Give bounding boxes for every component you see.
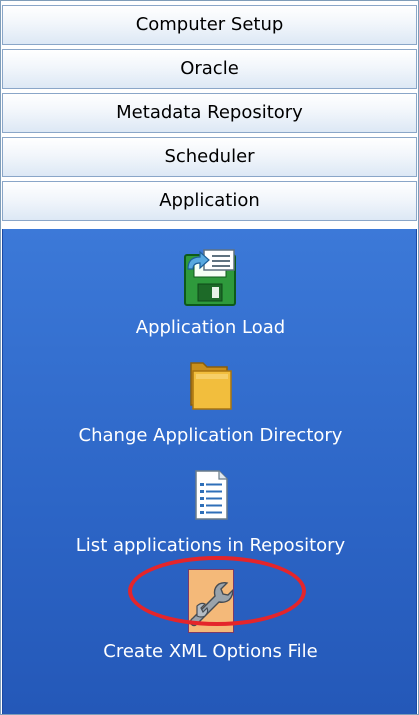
- section-application[interactable]: Application: [2, 181, 417, 221]
- application-load-item[interactable]: Application Load: [3, 247, 418, 362]
- document-list-icon: [191, 469, 231, 521]
- section-oracle[interactable]: Oracle: [2, 49, 417, 89]
- list-applications-item[interactable]: List applications in Repository: [3, 467, 418, 577]
- navigation-panel: Computer Setup Oracle Metadata Repositor…: [0, 0, 419, 715]
- section-computer-setup[interactable]: Computer Setup: [2, 5, 417, 45]
- section-label: Metadata Repository: [116, 102, 303, 123]
- section-scheduler[interactable]: Scheduler: [2, 137, 417, 177]
- application-load-icon: [182, 247, 240, 309]
- wrench-icon: [187, 569, 234, 633]
- section-label: Computer Setup: [135, 14, 284, 35]
- section-label: Oracle: [180, 58, 239, 79]
- application-load-label: Application Load: [135, 317, 286, 338]
- folder-icon: [187, 357, 235, 411]
- application-section-content: Application Load Change Application Dire…: [2, 229, 417, 714]
- change-application-directory-item[interactable]: Change Application Directory: [3, 357, 418, 467]
- change-application-directory-label: Change Application Directory: [78, 425, 343, 446]
- list-applications-label: List applications in Repository: [75, 535, 346, 556]
- section-label: Scheduler: [164, 146, 255, 167]
- create-xml-options-file-item[interactable]: Create XML Options File: [3, 569, 418, 679]
- section-metadata-repository[interactable]: Metadata Repository: [2, 93, 417, 133]
- section-label: Application: [159, 190, 260, 211]
- create-xml-options-file-label: Create XML Options File: [103, 641, 318, 662]
